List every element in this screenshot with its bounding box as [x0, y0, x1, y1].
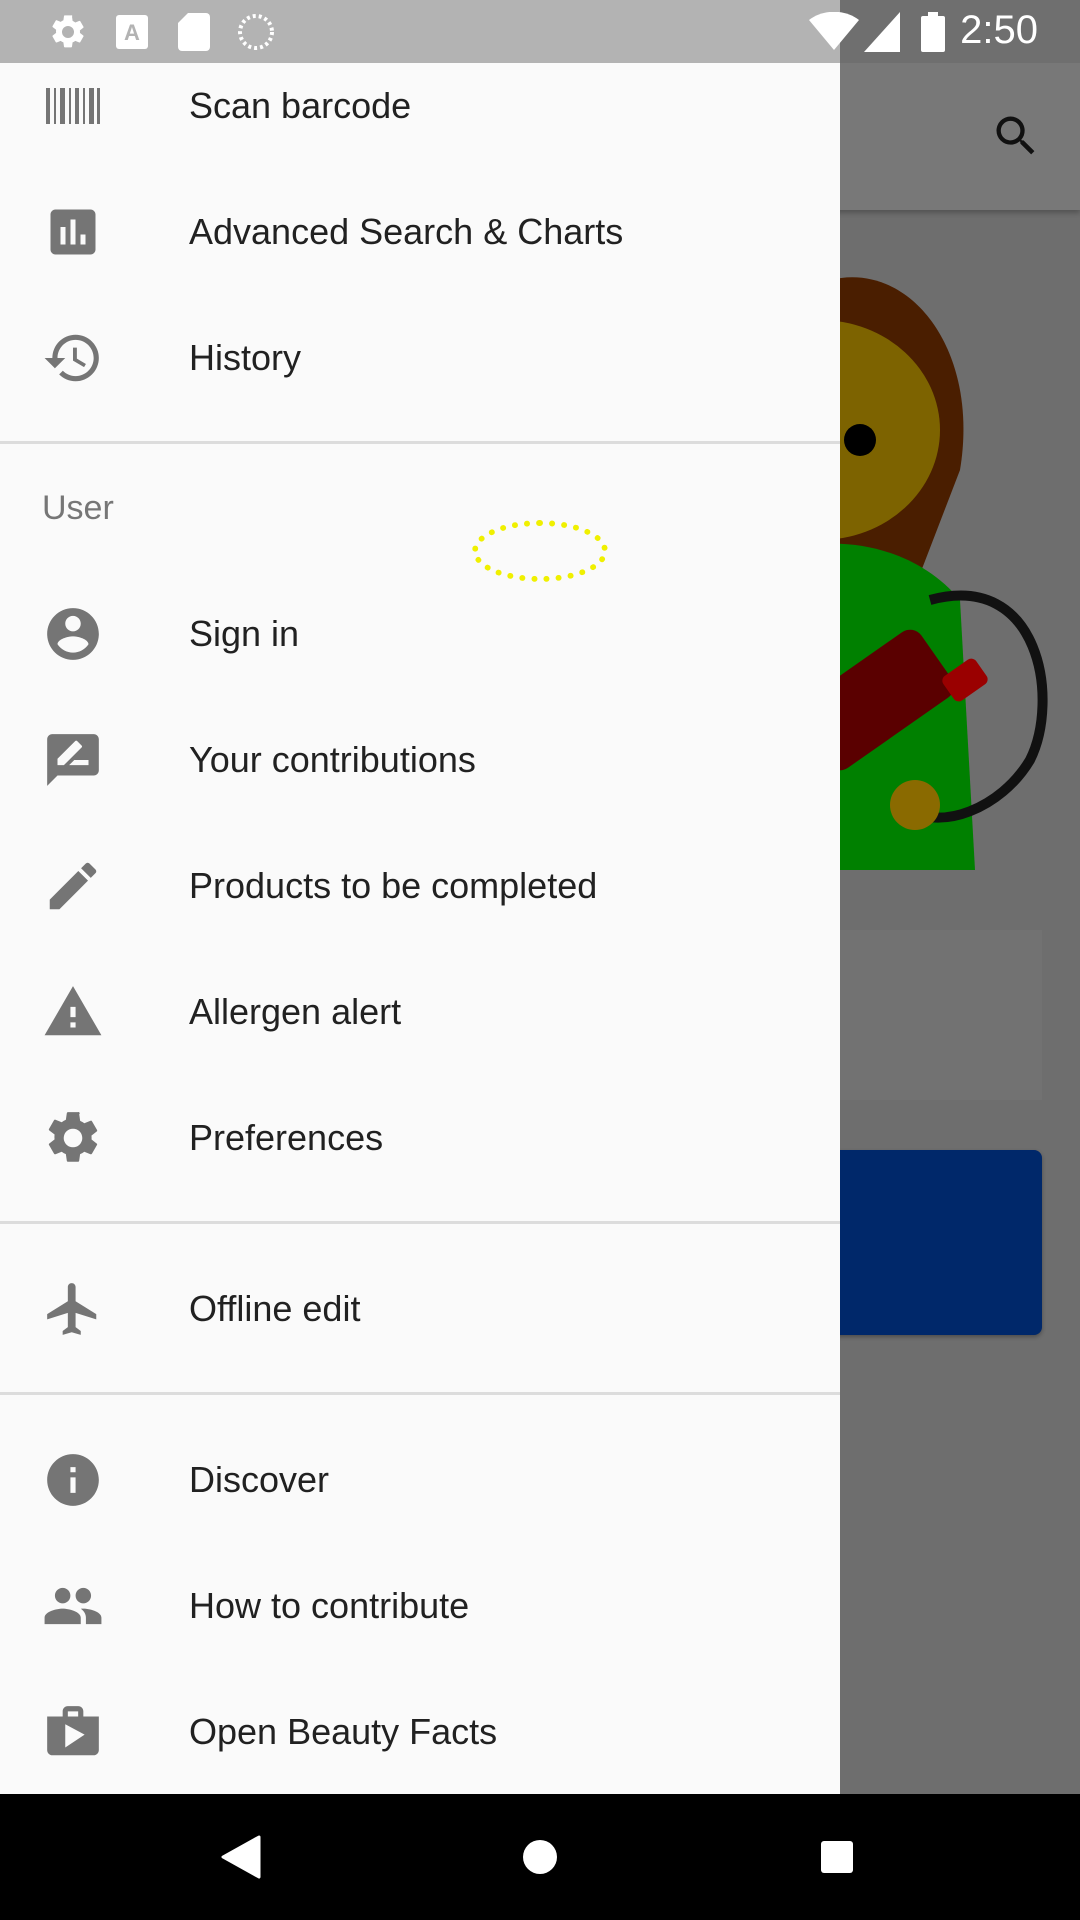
account-circle-icon — [40, 601, 106, 667]
clock: 2:50 — [960, 8, 1038, 52]
menu-item-open-beauty-facts[interactable]: Open Beauty Facts — [0, 1669, 840, 1794]
warning-icon — [40, 979, 106, 1045]
history-icon — [40, 325, 106, 391]
menu-item-scan-barcode[interactable]: Scan barcode — [0, 63, 840, 169]
people-icon — [40, 1573, 106, 1639]
airplane-icon — [40, 1276, 106, 1342]
navigation-drawer: Scan barcode Advanced Search & Charts Hi… — [0, 63, 840, 1794]
sd-card-icon — [176, 12, 212, 52]
menu-item-products-to-be-completed[interactable]: Products to be completed — [0, 823, 840, 949]
menu-item-how-to-contribute[interactable]: How to contribute — [0, 1543, 840, 1669]
info-icon — [40, 1447, 106, 1513]
rate-review-icon — [40, 727, 106, 793]
recents-icon[interactable] — [804, 1824, 870, 1890]
section-header-user: User — [42, 489, 114, 527]
barcode-icon — [40, 73, 106, 139]
signal-icon — [864, 12, 900, 52]
divider — [0, 1221, 840, 1224]
menu-item-sign-in[interactable]: Sign in — [0, 571, 840, 697]
shop-icon — [40, 1699, 106, 1765]
loading-circle-icon — [236, 12, 276, 52]
menu-item-discover[interactable]: Discover — [0, 1417, 840, 1543]
battery-icon — [920, 12, 946, 52]
divider — [0, 1392, 840, 1395]
menu-item-allergen-alert[interactable]: Allergen alert — [0, 949, 840, 1075]
navigation-bar — [0, 1794, 1080, 1920]
menu-item-preferences[interactable]: Preferences — [0, 1075, 840, 1201]
settings-icon — [40, 1105, 106, 1171]
wifi-icon — [808, 12, 860, 52]
status-bar: A 2:50 — [0, 0, 1080, 63]
pencil-icon — [40, 853, 106, 919]
menu-item-history[interactable]: History — [0, 295, 840, 421]
back-icon[interactable] — [208, 1824, 274, 1890]
menu-item-offline-edit[interactable]: Offline edit — [0, 1246, 840, 1372]
divider — [0, 441, 840, 444]
gear-icon — [46, 12, 90, 52]
menu-item-advanced-search[interactable]: Advanced Search & Charts — [0, 169, 840, 295]
font-a-icon: A — [112, 12, 152, 52]
background-card — [830, 930, 1042, 1100]
svg-text:A: A — [124, 20, 140, 45]
touch-indicator — [472, 520, 608, 582]
home-icon[interactable] — [507, 1824, 573, 1890]
search-icon[interactable] — [980, 100, 1052, 172]
bar-chart-icon — [40, 199, 106, 265]
menu-item-your-contributions[interactable]: Your contributions — [0, 697, 840, 823]
